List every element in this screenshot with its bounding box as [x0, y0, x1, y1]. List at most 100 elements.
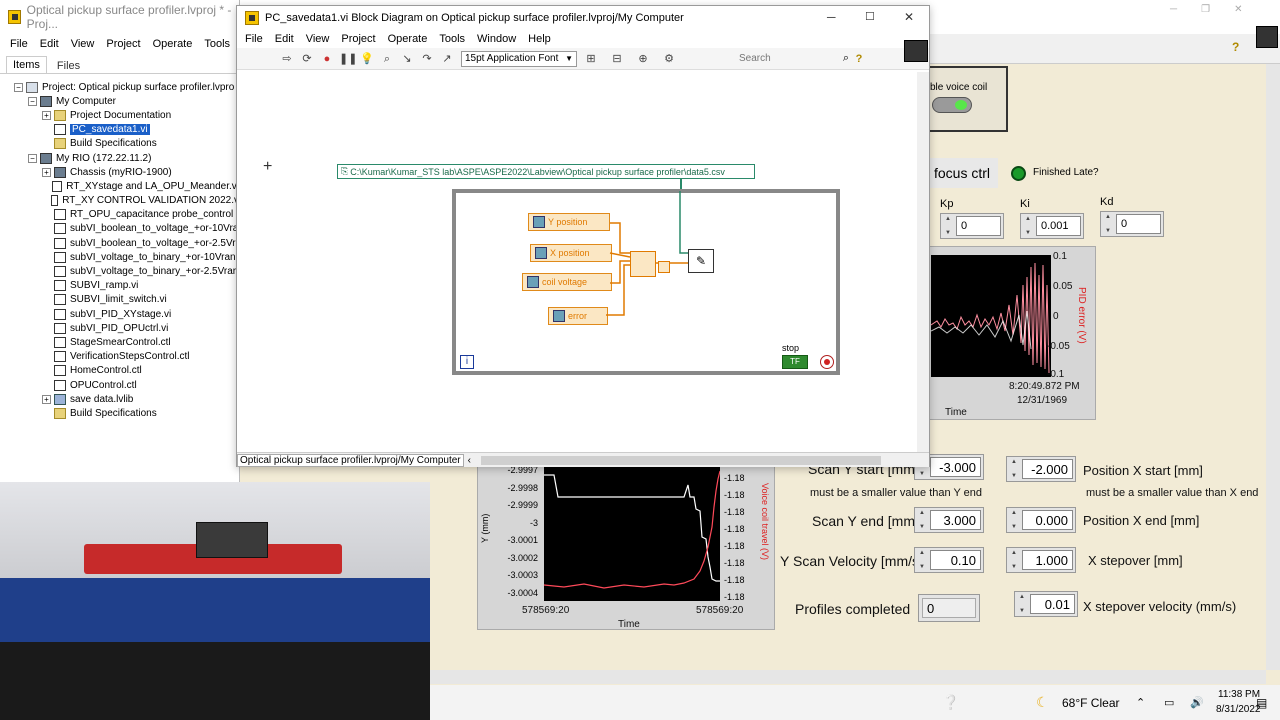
x-stepover-spinner[interactable]: ▲ ▼: [1009, 550, 1019, 570]
menu-tools[interactable]: Tools: [198, 38, 236, 50]
tree-item[interactable]: subVI_voltage_to_binary_+or-10Vran: [14, 250, 239, 264]
x-stepover-value[interactable]: 1.000: [1022, 550, 1073, 570]
bd-minimize-icon[interactable]: ─: [827, 10, 836, 24]
clock-time[interactable]: 11:38 PM: [1218, 689, 1260, 700]
bd-menu-file[interactable]: File: [239, 33, 269, 45]
build-array-node[interactable]: [630, 251, 656, 277]
menu-operate[interactable]: Operate: [147, 38, 199, 50]
x-stepover-velocity-control[interactable]: ▲ ▼ 0.01: [1014, 591, 1078, 617]
tree-item[interactable]: + save data.lvlib: [14, 392, 239, 406]
bd-menu-help[interactable]: Help: [522, 33, 557, 45]
tree-expander-icon[interactable]: −: [14, 82, 23, 92]
bd-menu-operate[interactable]: Operate: [382, 33, 434, 45]
x-position-local[interactable]: X position: [530, 244, 612, 262]
bd-canvas[interactable]: + ⎘ C:\Kumar\Kumar_STS lab\ASPE\ASPE2022…: [237, 72, 917, 452]
scan-y-start-value[interactable]: -3.000: [930, 457, 981, 477]
step-into-icon[interactable]: ↘: [399, 51, 415, 67]
loop-condition-icon[interactable]: [820, 355, 834, 369]
tree-item[interactable]: − My Computer: [14, 94, 239, 108]
reorder-icon[interactable]: ⊕: [635, 51, 651, 67]
tree-expander-icon[interactable]: −: [28, 96, 37, 106]
x-stepover-control[interactable]: ▲ ▼ 1.000: [1006, 547, 1076, 573]
ki-value[interactable]: 0.001: [1036, 216, 1081, 236]
write-spreadsheet-node[interactable]: ✎: [688, 249, 714, 273]
bd-menu-window[interactable]: Window: [471, 33, 522, 45]
kd-control[interactable]: ▲ ▼ 0: [1100, 211, 1164, 237]
error-local[interactable]: error: [548, 307, 608, 325]
tree-item[interactable]: PC_savedata1.vi: [14, 123, 239, 137]
tree-item[interactable]: RT_XY CONTROL VALIDATION 2022.v: [14, 194, 239, 208]
x-stepover-velocity-spinner[interactable]: ▲ ▼: [1017, 594, 1027, 614]
scan-y-end-value[interactable]: 3.000: [930, 510, 981, 530]
bd-search-box[interactable]: Search ⌕: [739, 51, 849, 67]
coil-voltage-local[interactable]: coil voltage: [522, 273, 612, 291]
x-stepover-velocity-value[interactable]: 0.01: [1030, 594, 1075, 614]
menu-view[interactable]: View: [65, 38, 101, 50]
bd-menu-tools[interactable]: Tools: [433, 33, 471, 45]
tab-files[interactable]: Files: [47, 56, 90, 73]
bd-titlebar[interactable]: PC_savedata1.vi Block Diagram on Optical…: [237, 6, 929, 30]
pause-icon[interactable]: ❚❚: [339, 51, 357, 67]
notification-icon[interactable]: ▤: [1256, 696, 1267, 710]
clock-date[interactable]: 8/31/2022: [1216, 704, 1261, 715]
project-window-titlebar[interactable]: Optical pickup surface profiler.lvproj *…: [0, 0, 239, 34]
y-position-local[interactable]: Y position: [528, 213, 610, 231]
tree-item[interactable]: + Project Documentation: [14, 108, 239, 122]
tree-item[interactable]: − Project: Optical pickup surface profile…: [14, 80, 239, 94]
tree-item[interactable]: subVI_voltage_to_binary_+or-2.5Vrar: [14, 264, 239, 278]
position-x-start-spinner[interactable]: ▲ ▼: [1009, 459, 1019, 479]
focus-ctrl-button[interactable]: focus ctrl: [926, 158, 998, 188]
position-x-end-value[interactable]: 0.000: [1022, 510, 1073, 530]
front-panel-scrollbar[interactable]: [1266, 64, 1280, 670]
menu-project[interactable]: Project: [100, 38, 146, 50]
enable-voice-coil-toggle[interactable]: [932, 97, 972, 113]
help-icon[interactable]: ?: [1232, 40, 1246, 54]
file-path-constant[interactable]: ⎘ C:\Kumar\Kumar_STS lab\ASPE\ASPE2022\L…: [337, 164, 755, 179]
fp-minimize-icon[interactable]: ─: [1170, 4, 1177, 18]
step-out-icon[interactable]: ↗: [439, 51, 455, 67]
fp-close-icon[interactable]: ✕: [1234, 4, 1242, 18]
kp-value[interactable]: 0: [956, 216, 1001, 236]
run-arrow-icon[interactable]: ⇨: [279, 51, 295, 67]
front-panel-hscrollbar[interactable]: [430, 670, 1266, 684]
run-continuous-icon[interactable]: ⟳: [299, 51, 315, 67]
highlight-execution-icon[interactable]: 💡: [359, 51, 375, 67]
tree-item[interactable]: VerificationStepsControl.ctl: [14, 350, 239, 364]
bd-menu-edit[interactable]: Edit: [269, 33, 300, 45]
retain-wire-values-icon[interactable]: ⌕: [379, 51, 395, 67]
tree-expander-icon[interactable]: −: [28, 153, 37, 163]
tree-item[interactable]: RT_XYstage and LA_OPU_Meander.vi: [14, 179, 239, 193]
tree-item[interactable]: subVI_boolean_to_voltage_+or-10Vra: [14, 222, 239, 236]
bd-menu-view[interactable]: View: [300, 33, 336, 45]
tree-expander-icon[interactable]: +: [42, 110, 51, 120]
tree-expander-icon[interactable]: +: [42, 394, 51, 404]
menu-file[interactable]: File: [4, 38, 34, 50]
weather-text[interactable]: 68°F Clear: [1062, 696, 1120, 710]
y-scan-velocity-value[interactable]: 0.10: [930, 550, 981, 570]
tree-item[interactable]: subVI_boolean_to_voltage_+or-2.5Vr: [14, 236, 239, 250]
tree-item[interactable]: OPUControl.ctl: [14, 378, 239, 392]
tree-item[interactable]: + Chassis (myRIO-1900): [14, 165, 239, 179]
abort-icon[interactable]: ●: [319, 51, 335, 67]
step-over-icon[interactable]: ↷: [419, 51, 435, 67]
tree-expander-icon[interactable]: +: [42, 167, 51, 177]
tree-item[interactable]: RT_OPU_capacitance probe_control: [14, 208, 239, 222]
tree-item[interactable]: Build Specifications: [14, 406, 239, 420]
stop-terminal[interactable]: TF: [782, 355, 808, 369]
scan-y-end-control[interactable]: ▲ ▼ 3.000: [914, 507, 984, 533]
distribute-objects-icon[interactable]: ⊟: [609, 51, 625, 67]
y-scan-velocity-control[interactable]: ▲ ▼ 0.10: [914, 547, 984, 573]
position-x-start-value[interactable]: -2.000: [1022, 459, 1073, 479]
tree-item[interactable]: SUBVI_ramp.vi: [14, 279, 239, 293]
fp-restore-icon[interactable]: ❐: [1201, 4, 1210, 18]
tree-item[interactable]: − My RIO (172.22.11.2): [14, 151, 239, 165]
tree-item[interactable]: SUBVI_limit_switch.vi: [14, 293, 239, 307]
position-x-end-spinner[interactable]: ▲ ▼: [1009, 510, 1019, 530]
show-hidden-icons-icon[interactable]: ⌃: [1136, 696, 1145, 709]
position-x-start-control[interactable]: ▲ ▼ -2.000: [1006, 456, 1076, 482]
bd-maximize-icon[interactable]: ☐: [865, 10, 875, 23]
menu-edit[interactable]: Edit: [34, 38, 65, 50]
network-icon[interactable]: ▭: [1164, 696, 1174, 709]
kd-value[interactable]: 0: [1116, 214, 1161, 234]
bd-status-arrow-icon[interactable]: ‹: [468, 455, 471, 466]
